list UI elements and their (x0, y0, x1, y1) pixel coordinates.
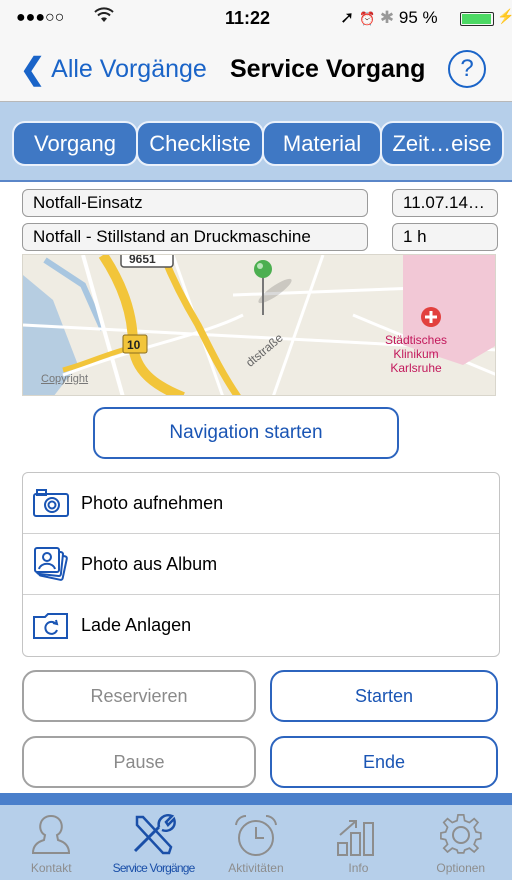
tabbar-label-optionen: Optionen (436, 861, 486, 875)
battery-level-fill (462, 14, 491, 24)
tab-bar: Kontakt Service Vorgänge Aktivitäten Inf… (0, 805, 512, 880)
tabbar-label-service-vorgaenge: Service Vorgänge (112, 861, 196, 875)
order-description-field: Notfall - Stillstand an Druckmaschine (22, 223, 368, 251)
gear-icon (410, 813, 512, 859)
action-take-photo-label: Photo aufnehmen (81, 492, 224, 513)
action-take-photo[interactable]: Photo aufnehmen (23, 473, 499, 534)
segment-tabs-bar: Vorgang Checkliste Material Zeit…eise (0, 102, 512, 182)
tab-zeitnachweise[interactable]: Zeit…eise (380, 121, 504, 166)
tab-checkliste[interactable]: Checkliste (136, 121, 264, 166)
status-time: 11:22 (225, 8, 271, 28)
status-bar: ●●●○○ 11:22 ➚ ⏰ ✱ 95 % ⚡ (0, 0, 512, 38)
location-map[interactable]: 9651 10 dtstraße Städtisches Klinikum Ka… (22, 254, 496, 396)
back-button[interactable]: ❮ Alle Vorgänge (20, 52, 207, 86)
screen: ●●●○○ 11:22 ➚ ⏰ ✱ 95 % ⚡ ❮ Alle Vorgänge… (0, 0, 512, 880)
battery-percent: 95 % (398, 8, 438, 27)
map-hospital-label: Städtisches Klinikum Karlsruhe (371, 333, 461, 375)
wifi-icon (94, 6, 114, 29)
tabbar-label-info: Info (348, 861, 369, 875)
camera-icon (31, 483, 71, 523)
person-icon (0, 813, 102, 859)
tabbar-strip (0, 793, 512, 805)
order-date-field: 11.07.14… (392, 189, 498, 217)
start-button[interactable]: Starten (270, 670, 498, 722)
tabbar-item-optionen[interactable]: Optionen (410, 805, 512, 880)
signal-strength: ●●●○○ (16, 9, 65, 26)
help-button[interactable]: ? (448, 50, 486, 88)
end-button[interactable]: Ende (270, 736, 498, 788)
tab-material[interactable]: Material (262, 121, 382, 166)
status-indicators: ➚ ⏰ ✱ 95 % (340, 8, 438, 28)
battery-icon (460, 12, 494, 26)
tabbar-item-aktivitaeten[interactable]: Aktivitäten (205, 805, 307, 880)
reserve-button[interactable]: Reservieren (22, 670, 256, 722)
action-photo-from-album[interactable]: Photo aus Album (23, 534, 499, 595)
tabbar-label-kontakt: Kontakt (30, 861, 72, 875)
order-duration-field: 1 h (392, 223, 498, 251)
reload-folder-icon (31, 606, 71, 646)
bar-chart-icon (307, 813, 409, 859)
alarm-icon: ⏰ (358, 11, 376, 26)
alarm-clock-icon (205, 813, 307, 859)
segmented-control: Vorgang Checkliste Material Zeit…eise (12, 121, 504, 166)
tabbar-item-kontakt[interactable]: Kontakt (0, 805, 102, 880)
action-photo-from-album-label: Photo aus Album (81, 553, 218, 574)
map-hospital-line-2: Klinikum (393, 347, 439, 361)
tools-icon (102, 813, 204, 859)
chevron-left-icon: ❮ (20, 52, 46, 86)
navigation-bar: ❮ Alle Vorgänge Service Vorgang ? (0, 38, 512, 102)
map-road-label-top: 9651 (129, 254, 156, 266)
map-hospital-line-3: Karlsruhe (390, 361, 442, 375)
back-label: Alle Vorgänge (51, 55, 207, 83)
map-road-label-bottom: 10 (127, 338, 141, 352)
map-hospital-line-1: Städtisches (384, 333, 448, 347)
location-arrow-icon: ➚ (340, 8, 355, 27)
bluetooth-icon: ✱ (379, 8, 395, 27)
map-copyright[interactable]: Copyright (41, 373, 88, 385)
start-navigation-button[interactable]: Navigation starten (93, 407, 399, 459)
photo-album-icon (31, 544, 71, 584)
pause-button[interactable]: Pause (22, 736, 256, 788)
action-load-attachments-label: Lade Anlagen (81, 615, 192, 635)
action-load-attachments[interactable]: Lade Anlagen (23, 595, 499, 656)
tabbar-item-info[interactable]: Info (307, 805, 409, 880)
order-type-field: Notfall-Einsatz (22, 189, 368, 217)
page-title: Service Vorgang (230, 55, 426, 83)
tabbar-item-service-vorgaenge[interactable]: Service Vorgänge (102, 805, 204, 880)
charging-bolt-icon: ⚡ (497, 8, 512, 24)
tabbar-label-aktivitaeten: Aktivitäten (228, 861, 284, 875)
actions-list: Photo aufnehmen Photo aus Album Lade Anl… (22, 472, 500, 657)
tab-vorgang[interactable]: Vorgang (12, 121, 138, 166)
